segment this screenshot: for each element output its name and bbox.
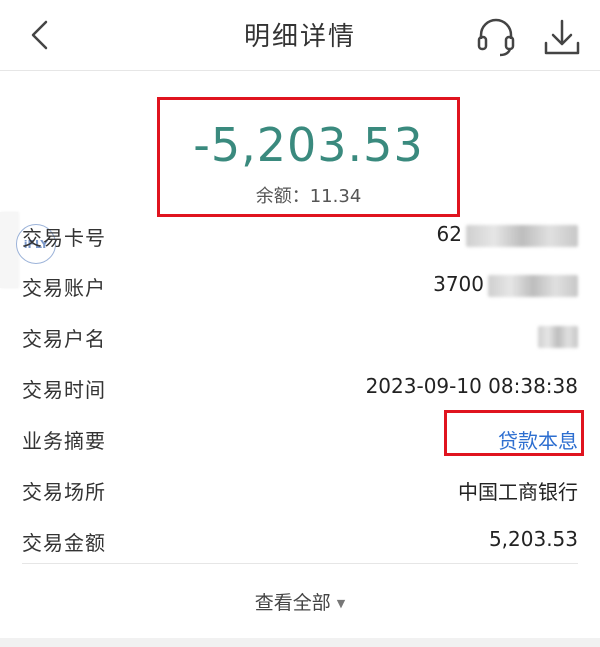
bottom-section-divider — [0, 638, 600, 647]
account-name-label: 交易户名 — [22, 327, 106, 351]
account-label: 交易账户 — [22, 276, 106, 300]
divider — [22, 563, 578, 564]
customer-service-button[interactable] — [474, 15, 518, 59]
amount-highlight-box: -5,203.53 余额：11.34 — [157, 97, 460, 217]
detail-row-place: 交易场所 中国工商银行 — [0, 470, 600, 510]
detail-row-account-name: 交易户名 — [0, 317, 600, 357]
redaction-blur — [466, 224, 578, 247]
detail-row-amount: 交易金额 5,203.53 — [0, 521, 600, 561]
balance-line: 余额：11.34 — [160, 182, 457, 208]
account-value: 3700 — [433, 272, 578, 297]
time-label: 交易时间 — [22, 378, 106, 402]
card-no-value: 62 — [437, 222, 578, 247]
download-button[interactable] — [540, 15, 584, 59]
transaction-amount: -5,203.53 — [193, 118, 424, 172]
redaction-blur — [538, 325, 578, 348]
account-name-value — [538, 323, 578, 348]
amount-label: 交易金额 — [22, 531, 106, 555]
view-all-button[interactable]: 查看全部 ▼ — [0, 588, 600, 615]
place-value: 中国工商银行 — [458, 480, 578, 504]
time-value: 2023-09-10 08:38:38 — [365, 374, 578, 398]
download-icon — [544, 19, 580, 55]
card-no-label: 交易卡号 — [22, 226, 106, 250]
caret-down-icon: ▼ — [336, 597, 346, 610]
balance-value: 11.34 — [309, 186, 362, 207]
detail-row-card-no: 交易卡号 62 — [0, 216, 600, 256]
headset-icon — [477, 18, 515, 57]
redaction-blur — [488, 274, 578, 297]
amount-value: 5,203.53 — [488, 527, 578, 551]
detail-row-time: 交易时间 2023-09-10 08:38:38 — [0, 368, 600, 408]
summary-label: 业务摘要 — [22, 429, 106, 453]
place-label: 交易场所 — [22, 480, 106, 504]
detail-row-account: 交易账户 3700 — [0, 266, 600, 306]
view-all-label: 查看全部 — [254, 592, 331, 614]
summary-highlight-box — [444, 410, 584, 456]
balance-label: 余额： — [255, 186, 310, 207]
top-bar: 明细详情 — [0, 0, 600, 71]
